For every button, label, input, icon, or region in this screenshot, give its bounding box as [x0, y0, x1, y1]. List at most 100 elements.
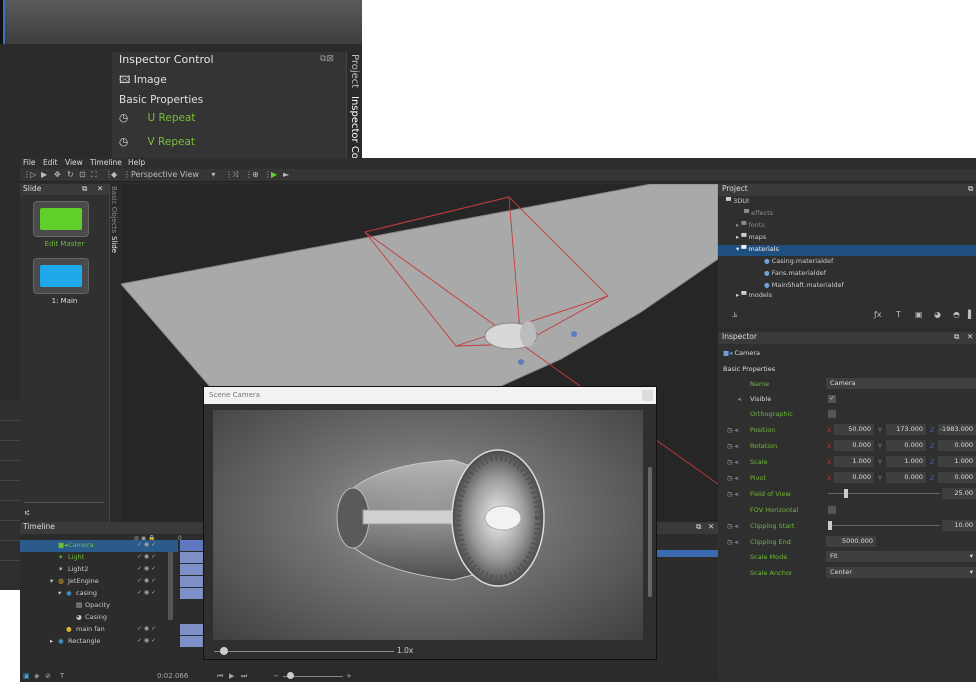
animate-clock-icon[interactable]: ◷ ⪪ [727, 538, 738, 547]
preview-icon[interactable]: ► [283, 170, 289, 179]
light-gizmo[interactable] [571, 331, 577, 337]
menu-edit[interactable]: Edit [43, 158, 58, 167]
timeline-bar[interactable] [180, 564, 204, 575]
project-item-effects[interactable]: ▀ effects [744, 209, 976, 220]
light-gizmo[interactable] [518, 359, 524, 365]
timeline-row-camera[interactable]: ■◂ Camera ✓ ◉ ✓ [20, 540, 178, 552]
move-tool-icon[interactable]: ✥ [54, 170, 61, 179]
effect-icon[interactable]: ƒx [874, 310, 882, 319]
menu-timeline[interactable]: Timeline [90, 158, 122, 167]
shade-mode-icon[interactable]: ⤨ [232, 170, 238, 180]
project-item-materials[interactable]: ▾ ▀ materials [718, 245, 976, 256]
animate-clock-icon[interactable]: ◷ ⪪ [727, 442, 738, 451]
timeline-row-jetengine[interactable]: ▾ ◍ JetEngine ✓ ◉ ✓ [20, 576, 178, 588]
link-icon[interactable]: ⪪ [738, 395, 742, 404]
close-icon[interactable]: ✕ [708, 522, 714, 531]
menu-file[interactable]: File [23, 158, 36, 167]
timeline-bar[interactable] [180, 624, 204, 635]
scale-mode-dropdown[interactable]: Fit ▾ [826, 551, 976, 562]
skip-end-icon[interactable]: ⏭ [241, 672, 247, 681]
group-select-icon[interactable]: ▶ [41, 170, 47, 179]
pivot-y-field[interactable]: 0.000 [886, 472, 926, 483]
timeline-row-main-fan[interactable]: ● main fan ✓ ◉ ✓ [20, 624, 178, 636]
animate-clock-icon[interactable]: ◷ ⪪ [727, 474, 738, 483]
timeline-bar[interactable] [180, 576, 204, 587]
eye-icon[interactable]: ✓ ◉ ✓ [137, 541, 156, 548]
tab-basic-objects[interactable]: Basic Objects [110, 186, 118, 233]
delete-icon[interactable]: ⊘ [45, 672, 51, 680]
eye-icon[interactable]: ✓ ◉ ✓ [137, 625, 156, 632]
close-button[interactable] [642, 390, 653, 401]
position-y-field[interactable]: 173.000 [886, 424, 926, 435]
menu-view[interactable]: View [65, 158, 83, 167]
timeline-row-casing[interactable]: ▾ ◉ casing ✓ ◉ ✓ [20, 588, 178, 600]
more-icon[interactable]: ▌ [968, 310, 974, 319]
scene-camera-titlebar[interactable]: Scene Camera [204, 387, 656, 404]
timeline-bar[interactable] [180, 540, 204, 551]
clipping-end-field[interactable]: 5000.000 [826, 536, 876, 547]
fov-horizontal-checkbox[interactable] [828, 506, 836, 514]
close-icon[interactable]: ✕ [97, 184, 103, 193]
timeline-row-casing-material[interactable]: ◕ Casing [20, 612, 178, 624]
pivot-z-field[interactable]: 0.000 [938, 472, 976, 483]
camera-mode-icon[interactable]: ◆ [111, 170, 117, 179]
add-layer-icon[interactable]: ▣ [23, 672, 30, 680]
animate-clock-icon[interactable]: ◷ ⪪ [727, 522, 738, 531]
scene-camera-scrollbar[interactable] [648, 467, 652, 597]
position-x-field[interactable]: 50.000 [834, 424, 874, 435]
play-icon[interactable]: ▶ [271, 170, 277, 179]
background-window-titlebar[interactable] [0, 0, 362, 44]
expand-arrow-icon[interactable]: ▸ [50, 637, 53, 645]
rotation-y-field[interactable]: 0.000 [886, 440, 926, 451]
zoom-in-icon[interactable]: + [346, 672, 352, 680]
fov-value-field[interactable]: 25.00 [942, 488, 976, 499]
image-icon[interactable]: ▣ [915, 310, 923, 319]
eye-icon[interactable]: ✓ ◉ ✓ [137, 565, 156, 572]
select-tool-icon[interactable]: ▷ [30, 170, 36, 179]
tab-project[interactable]: Project [349, 54, 360, 88]
timeline-row-light[interactable]: ✶ Light ✓ ◉ ✓ [20, 552, 178, 564]
scale-tool-icon[interactable]: ⊡ [79, 170, 86, 179]
clipping-start-knob[interactable] [828, 521, 832, 530]
skip-start-icon[interactable]: ⏮ [217, 672, 223, 681]
timeline-bar-visible-end[interactable] [657, 550, 718, 557]
pivot-tool-icon[interactable]: ⛶ [91, 170, 97, 180]
float-icon[interactable]: ⧉ [696, 522, 701, 532]
timeline-bar[interactable] [180, 588, 204, 599]
orthographic-checkbox[interactable] [828, 410, 836, 418]
v-repeat-row[interactable]: ◷ V Repeat [119, 136, 195, 148]
float-icon[interactable]: ⧉ [954, 332, 959, 342]
animate-clock-icon[interactable]: ◷ ⪪ [727, 426, 738, 435]
project-item-fonts[interactable]: ▸ ▀ fonts [736, 221, 976, 232]
expand-arrow-icon[interactable]: ▾ [58, 589, 61, 597]
project-item-models[interactable]: ▸ ▀ models [736, 291, 976, 297]
scale-anchor-dropdown[interactable]: Center ▾ [826, 567, 976, 578]
tab-slide[interactable]: Slide [110, 236, 118, 253]
current-time[interactable]: 0:02.066 [157, 672, 188, 680]
eye-icon[interactable]: ✓ ◉ ✓ [137, 589, 156, 596]
rotation-z-field[interactable]: 0.000 [938, 440, 976, 451]
background-image-item[interactable]: 🖾 Image [119, 72, 167, 90]
timeline-bar[interactable] [180, 636, 204, 647]
scale-y-field[interactable]: 1.000 [886, 456, 926, 467]
timeline-row-rectangle[interactable]: ▸ ◉ Rectangle ✓ ◉ ✓ [20, 636, 178, 648]
timeline-bar[interactable] [180, 552, 204, 563]
play-icon[interactable]: ▶ [229, 672, 234, 680]
material-icon[interactable]: ◕ [934, 310, 941, 319]
u-repeat-row[interactable]: ◷ U Repeat [119, 112, 196, 124]
zoom-out-icon[interactable]: − [273, 672, 279, 680]
fov-slider-knob[interactable] [844, 489, 848, 498]
rotate-tool-icon[interactable]: ↻ [67, 170, 74, 179]
clipping-start-field[interactable]: 10.00 [942, 520, 976, 531]
scale-x-field[interactable]: 1.000 [834, 456, 874, 467]
add-slide-icon[interactable]: ⑆ [25, 509, 29, 517]
import-icon[interactable]: ⫡ [732, 310, 737, 320]
close-icon[interactable]: ✕ [967, 332, 973, 341]
timeline-row-opacity[interactable]: ▤ Opacity [20, 600, 178, 612]
animate-clock-icon[interactable]: ◷ ⪪ [727, 458, 738, 467]
float-icon[interactable]: ⧉ [82, 184, 87, 194]
timeline-row-light2[interactable]: ✶ Light2 ✓ ◉ ✓ [20, 564, 178, 576]
slide-thumb-main[interactable] [33, 258, 89, 294]
scale-z-field[interactable]: 1.000 [938, 456, 976, 467]
expand-arrow-icon[interactable]: ▾ [50, 577, 53, 585]
